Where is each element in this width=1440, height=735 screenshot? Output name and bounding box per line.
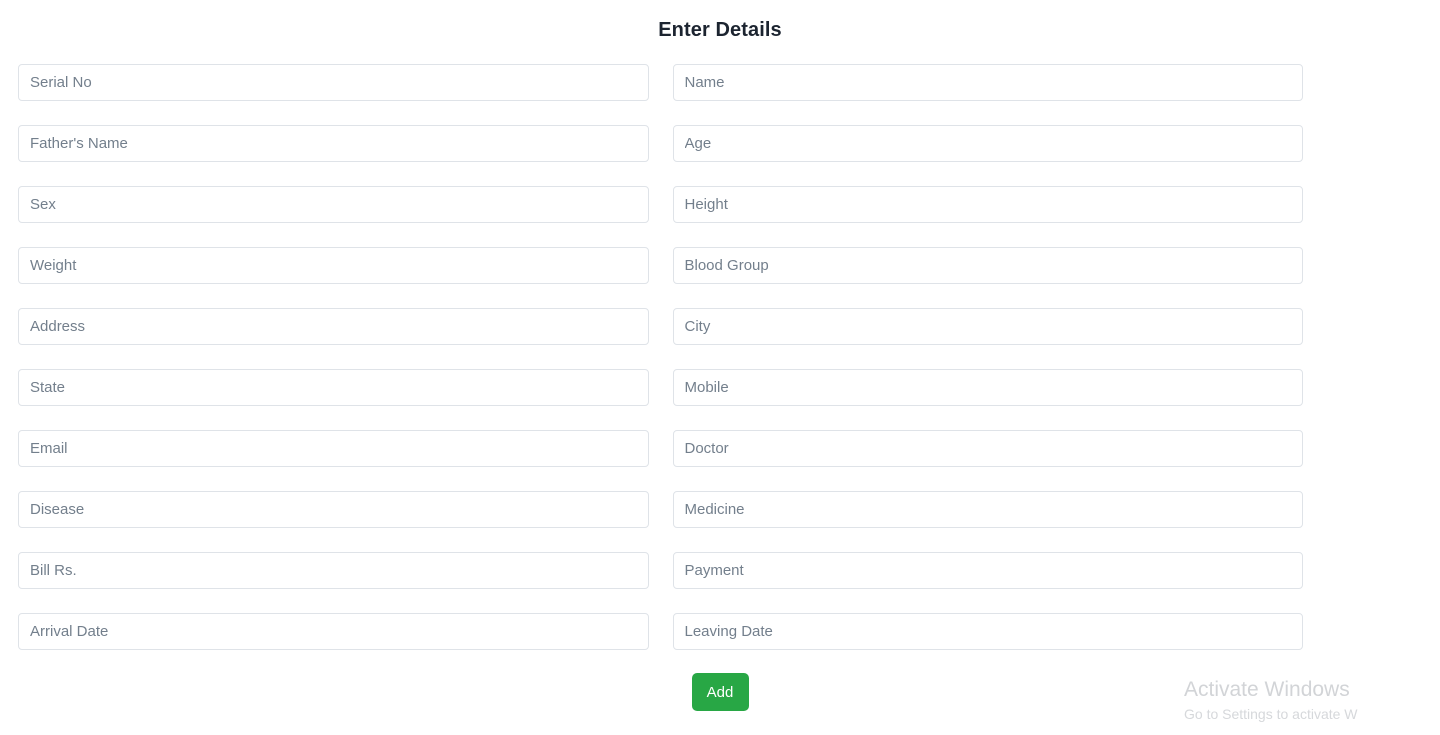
form-row: [18, 552, 1303, 589]
details-form: [18, 64, 1303, 674]
payment-input[interactable]: [672, 552, 1303, 589]
activation-title: Activate Windows: [1184, 678, 1350, 701]
address-input[interactable]: [18, 308, 649, 345]
disease-input[interactable]: [18, 491, 649, 528]
doctor-input[interactable]: [672, 430, 1303, 467]
activation-subtitle: Go to Settings to activate W: [1184, 706, 1358, 722]
windows-activation-watermark: Activate Windows Go to Settings to activ…: [1160, 676, 1440, 724]
form-row: [18, 186, 1303, 223]
age-input[interactable]: [672, 125, 1303, 162]
blood-group-input[interactable]: [672, 247, 1303, 284]
form-row: [18, 125, 1303, 162]
sex-input[interactable]: [18, 186, 649, 223]
add-button[interactable]: Add: [691, 673, 749, 711]
form-row: [18, 369, 1303, 406]
form-row: [18, 613, 1303, 650]
height-input[interactable]: [672, 186, 1303, 223]
name-input[interactable]: [672, 64, 1303, 101]
form-row: [18, 247, 1303, 284]
page-title: Enter Details: [658, 19, 782, 41]
arrival-date-input[interactable]: [18, 613, 649, 650]
form-row: [18, 430, 1303, 467]
medicine-input[interactable]: [672, 491, 1303, 528]
email-input[interactable]: [18, 430, 649, 467]
weight-input[interactable]: [18, 247, 649, 284]
state-input[interactable]: [18, 369, 649, 406]
bill-rs-input[interactable]: [18, 552, 649, 589]
city-input[interactable]: [672, 308, 1303, 345]
fathers-name-input[interactable]: [18, 125, 649, 162]
form-row: [18, 64, 1303, 101]
form-row: [18, 308, 1303, 345]
serial-no-input[interactable]: [18, 64, 649, 101]
form-row: [18, 491, 1303, 528]
leaving-date-input[interactable]: [672, 613, 1303, 650]
mobile-input[interactable]: [672, 369, 1303, 406]
